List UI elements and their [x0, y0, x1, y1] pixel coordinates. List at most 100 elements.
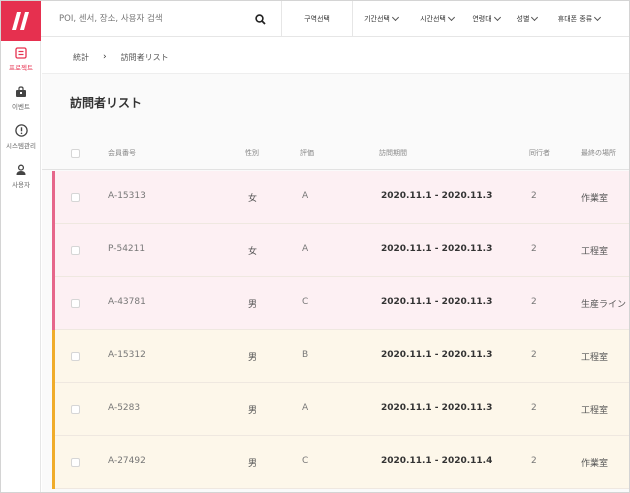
cell-period: 2020.11.1 - 2020.11.3 — [381, 244, 493, 254]
table-row[interactable]: A-15312 男 B 2020.11.1 - 2020.11.3 2 工程室 — [52, 330, 629, 383]
cell-member-id: A-15312 — [108, 350, 146, 360]
app-logo[interactable] — [1, 1, 41, 41]
row-status-bar — [52, 277, 55, 330]
sidebar-item-system[interactable]: 시스템관리 — [1, 124, 41, 150]
sidebar-item-project[interactable]: 프로젝트 — [1, 47, 41, 72]
cell-companions: 2 — [531, 456, 537, 466]
top-bar: 구역선택 기간선택 시간선택 연령대 성별 휴대폰 종류 — [41, 1, 629, 37]
filter-group: 구역선택 기간선택 시간선택 연령대 성별 휴대폰 종류 — [281, 1, 611, 37]
page-title: 訪問者リスト — [70, 96, 143, 110]
filter-label: 연령대 — [472, 15, 492, 23]
cell-member-id: A-27492 — [108, 456, 146, 466]
filter-period[interactable]: 기간선택 — [353, 1, 409, 37]
row-status-bar — [52, 383, 55, 436]
select-all-checkbox[interactable] — [71, 149, 80, 158]
cell-gender: 男 — [248, 459, 258, 469]
chevron-right-icon: › — [103, 52, 107, 62]
cell-grade: A — [302, 244, 309, 254]
row-checkbox[interactable] — [71, 246, 80, 255]
app-window: 프로젝트 이벤트 시스템관리 사용자 POI, 센서, 장소, 사용자 검색 구… — [0, 0, 630, 493]
sidebar-item-label: 프로젝트 — [9, 64, 33, 72]
column-header-companions[interactable]: 同行者 — [529, 148, 550, 158]
cell-last-place: 生産ライン — [581, 300, 627, 310]
cell-gender: 女 — [248, 247, 258, 257]
table-row[interactable]: A-15313 女 A 2020.11.1 - 2020.11.3 2 作業室 — [52, 171, 629, 224]
alert-icon — [14, 124, 28, 137]
filter-age[interactable]: 연령대 — [465, 1, 507, 37]
sidebar-item-user[interactable]: 사용자 — [1, 164, 41, 189]
logo-slash-icon — [12, 12, 29, 30]
chevron-down-icon — [531, 13, 539, 22]
row-status-bar — [52, 224, 55, 277]
filter-label: 휴대폰 종류 — [557, 15, 593, 23]
cell-companions: 2 — [531, 191, 537, 201]
cell-gender: 女 — [248, 194, 258, 204]
table-row[interactable]: A-27492 男 C 2020.11.1 - 2020.11.4 2 作業室 — [52, 436, 629, 489]
row-status-bar — [52, 171, 55, 224]
chevron-down-icon — [493, 13, 501, 22]
cell-member-id: A-15313 — [108, 191, 146, 201]
sidebar: 프로젝트 이벤트 시스템관리 사용자 — [1, 1, 41, 492]
cell-companions: 2 — [531, 297, 537, 307]
sidebar-item-label: 시스템관리 — [6, 142, 36, 150]
breadcrumb-item-visitors: 訪問者リスト — [120, 52, 169, 62]
filter-area[interactable]: 구역선택 — [281, 1, 353, 37]
cell-companions: 2 — [531, 350, 537, 360]
row-status-bar — [52, 436, 55, 489]
filter-label: 구역선택 — [304, 15, 330, 23]
row-status-bar — [52, 330, 55, 383]
column-header-member-id[interactable]: 会員番号 — [108, 148, 136, 158]
table-row[interactable]: A-43781 男 C 2020.11.1 - 2020.11.3 2 生産ライン — [52, 277, 629, 330]
row-checkbox[interactable] — [71, 193, 80, 202]
chevron-down-icon — [594, 13, 602, 22]
row-checkbox[interactable] — [71, 405, 80, 414]
cell-last-place: 工程室 — [581, 353, 609, 363]
cell-member-id: A-5283 — [108, 403, 141, 413]
row-checkbox[interactable] — [71, 299, 80, 308]
cell-gender: 男 — [248, 300, 258, 310]
cell-member-id: P-54211 — [108, 244, 146, 254]
filter-gender[interactable]: 성별 — [507, 1, 547, 37]
cell-last-place: 作業室 — [581, 459, 609, 469]
cell-period: 2020.11.1 - 2020.11.4 — [381, 456, 493, 466]
project-icon — [15, 47, 27, 59]
table-row[interactable]: A-5283 男 A 2020.11.1 - 2020.11.3 2 工程室 — [52, 383, 629, 436]
search-button[interactable] — [252, 11, 268, 27]
column-header-gender[interactable]: 性別 — [245, 148, 259, 158]
row-checkbox[interactable] — [71, 352, 80, 361]
table-header: 会員番号 性別 評価 訪問期間 同行者 最終の場所 — [42, 134, 629, 170]
cell-gender: 男 — [248, 353, 258, 363]
search-icon — [254, 13, 266, 25]
table-row[interactable]: P-54211 女 A 2020.11.1 - 2020.11.3 2 工程室 — [52, 224, 629, 277]
cell-last-place: 作業室 — [581, 194, 609, 204]
cell-period: 2020.11.1 - 2020.11.3 — [381, 297, 493, 307]
cell-gender: 男 — [248, 406, 258, 416]
sidebar-item-label: 사용자 — [12, 181, 30, 189]
filter-label: 성별 — [516, 15, 530, 23]
cell-period: 2020.11.1 - 2020.11.3 — [381, 350, 493, 360]
chevron-down-icon — [447, 13, 455, 22]
bag-icon — [16, 86, 26, 97]
cell-grade: C — [302, 297, 309, 307]
cell-last-place: 工程室 — [581, 247, 609, 257]
filter-time[interactable]: 시간선택 — [409, 1, 465, 37]
column-header-period[interactable]: 訪問期間 — [379, 148, 407, 158]
filter-label: 시간선택 — [420, 15, 446, 23]
cell-companions: 2 — [531, 244, 537, 254]
chevron-down-icon — [391, 13, 399, 22]
sidebar-item-label: 이벤트 — [12, 103, 30, 111]
cell-grade: A — [302, 191, 309, 201]
filter-label: 기간선택 — [364, 15, 390, 23]
cell-companions: 2 — [531, 403, 537, 413]
sidebar-item-event[interactable]: 이벤트 — [1, 86, 41, 111]
cell-period: 2020.11.1 - 2020.11.3 — [381, 403, 493, 413]
search-input[interactable] — [59, 11, 249, 27]
filter-phone-type[interactable]: 휴대폰 종류 — [547, 1, 611, 37]
user-icon — [16, 164, 26, 175]
cell-grade: B — [302, 350, 309, 360]
column-header-last-place[interactable]: 最終の場所 — [581, 148, 616, 158]
cell-grade: C — [302, 456, 309, 466]
row-checkbox[interactable] — [71, 458, 80, 467]
column-header-grade[interactable]: 評価 — [300, 148, 314, 158]
breadcrumb-item-stats[interactable]: 統計 — [73, 52, 89, 63]
